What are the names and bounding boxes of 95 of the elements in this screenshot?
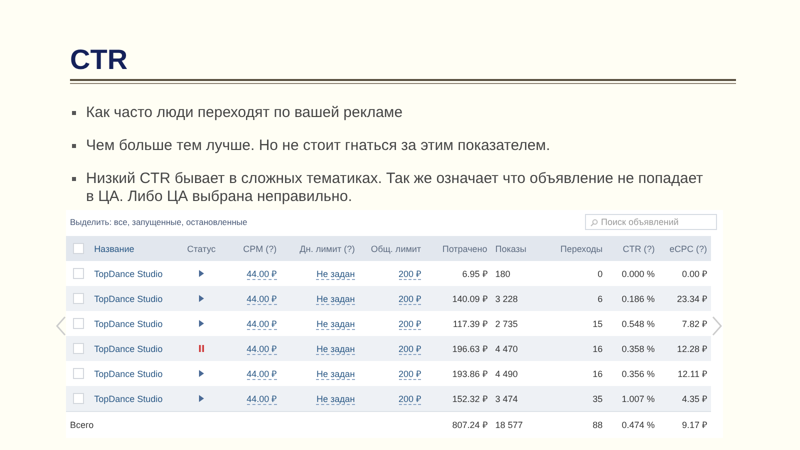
row-checkbox[interactable] [72, 343, 84, 354]
day-limit-link[interactable]: Не задан [316, 268, 355, 280]
cpm-link[interactable]: 44.00 ₽ [246, 319, 277, 330]
column-header[interactable]: Показы [491, 236, 544, 261]
total-limit-link[interactable]: 200 ₽ [398, 344, 422, 355]
column-header[interactable]: Переходы [543, 236, 607, 261]
bullet-icon [72, 144, 76, 148]
table-cell: 88 [543, 412, 607, 437]
campaign-name[interactable]: TopDance Studio [90, 311, 180, 336]
select-all-checkbox[interactable] [72, 243, 84, 254]
table-cell: 16 [543, 361, 607, 386]
search-field[interactable]: Поиск объявлений [585, 214, 717, 230]
table-cell: 0 [543, 261, 607, 286]
column-header[interactable]: CPM (?) [222, 236, 281, 261]
filter-links[interactable]: Выделить: все, запущенные, остановленные [70, 217, 248, 227]
day-limit-link[interactable]: Не задан [316, 368, 355, 380]
table-cell: 6 [543, 286, 607, 311]
table-cell: 0.186 % [606, 286, 659, 311]
total-limit-link[interactable]: 200 ₽ [398, 269, 422, 280]
row-checkbox[interactable] [72, 293, 84, 304]
campaign-name[interactable]: TopDance Studio [90, 286, 180, 311]
slide-title: CTR [70, 44, 128, 76]
table-cell: 0.00 ₽ [658, 261, 711, 286]
table-cell: 23.34 ₽ [658, 286, 711, 311]
table-cell: 140.09 ₽ [425, 286, 492, 311]
table-cell: 0.474 % [606, 412, 659, 437]
table-cell: 4.35 ₽ [658, 386, 711, 412]
campaign-name[interactable]: TopDance Studio [90, 361, 180, 386]
table-cell: 12.11 ₽ [658, 361, 711, 386]
table-cell: 0.548 % [606, 311, 659, 336]
bullet-icon [72, 177, 76, 181]
table-cell: 0.356 % [606, 361, 659, 386]
table-cell: 12.28 ₽ [658, 336, 711, 361]
table-cell: 4 490 [491, 361, 544, 386]
campaign-name[interactable]: TopDance Studio [90, 386, 180, 412]
table-cell: 117.39 ₽ [425, 311, 492, 336]
cpm-link[interactable]: 44.00 ₽ [246, 269, 277, 280]
search-icon [590, 219, 598, 227]
bullet-text: Как часто люди переходят по вашей рекламе [86, 104, 403, 122]
table-cell: 1.007 % [606, 386, 659, 412]
table-cell: 3 228 [491, 286, 544, 311]
row-checkbox[interactable] [72, 318, 84, 330]
day-limit-link[interactable]: Не задан [316, 318, 355, 330]
cpm-link[interactable]: 44.00 ₽ [246, 294, 277, 305]
table-cell: 15 [543, 311, 607, 336]
next-chevron-icon[interactable] [712, 316, 722, 336]
table-cell: 193.86 ₽ [425, 361, 492, 386]
row-checkbox[interactable] [72, 268, 84, 280]
bullet-text: Низкий CTR бывает в сложных тематиках. Так же означает что объявление не попадает в ЦА. Либо ЦА выбрана неправильно. [86, 170, 704, 206]
column-header[interactable]: Дн. лимит (?) [280, 236, 359, 261]
table-cell: 16 [543, 336, 607, 361]
previous-chevron-icon[interactable] [56, 316, 66, 336]
play-icon[interactable] [198, 270, 204, 276]
table-cell: 18 577 [491, 412, 544, 437]
pause-icon[interactable] [198, 344, 204, 352]
table-cell: 180 [491, 261, 544, 286]
table-cell: 3 474 [491, 386, 544, 412]
day-limit-link[interactable]: Не задан [316, 294, 355, 304]
cpm-link[interactable]: 44.00 ₽ [246, 394, 277, 405]
total-limit-link[interactable]: 200 ₽ [398, 394, 422, 405]
table-cell: 2 735 [491, 311, 544, 336]
column-header[interactable]: Общ. лимит [358, 236, 426, 261]
play-icon[interactable] [198, 294, 204, 302]
table-cell: 4 470 [491, 336, 544, 361]
column-header[interactable]: eCPC (?) [658, 236, 711, 261]
table-cell: 807.24 ₽ [425, 412, 492, 437]
table-cell: 6.95 ₽ [425, 261, 492, 286]
campaign-name[interactable]: TopDance Studio [90, 261, 180, 286]
table-cell: 7.82 ₽ [658, 311, 711, 336]
table-cell: 35 [543, 386, 607, 412]
bullet-text: Чем больше тем лучше. Но не стоит гнаться за этим показателем. [86, 137, 550, 155]
day-limit-link[interactable]: Не задан [316, 394, 355, 404]
column-header[interactable]: Название [90, 236, 180, 261]
cpm-link[interactable]: 44.00 ₽ [246, 344, 277, 355]
table-cell: 0.358 % [606, 336, 659, 361]
total-limit-link[interactable]: 200 ₽ [398, 294, 422, 305]
day-limit-link[interactable]: Не задан [316, 344, 355, 354]
column-header[interactable]: Статус [180, 236, 222, 261]
table-cell: 152.32 ₽ [425, 386, 492, 412]
bullet-icon [72, 111, 76, 115]
column-header[interactable]: CTR (?) [606, 236, 659, 261]
play-icon[interactable] [198, 320, 204, 326]
total-limit-link[interactable]: 200 ₽ [398, 369, 422, 380]
total-label: Всего [66, 412, 426, 437]
total-limit-link[interactable]: 200 ₽ [398, 319, 422, 330]
campaign-name[interactable]: TopDance Studio [90, 336, 180, 361]
table-cell: 196.63 ₽ [425, 336, 492, 361]
column-header[interactable]: Потрачено [425, 236, 492, 261]
play-icon[interactable] [198, 370, 204, 376]
play-icon[interactable] [198, 394, 204, 402]
table-cell: 0.000 % [606, 261, 659, 286]
row-checkbox[interactable] [72, 368, 84, 380]
row-checkbox[interactable] [72, 393, 84, 404]
cpm-link[interactable]: 44.00 ₽ [246, 369, 277, 380]
table-cell: 9.17 ₽ [658, 412, 711, 437]
